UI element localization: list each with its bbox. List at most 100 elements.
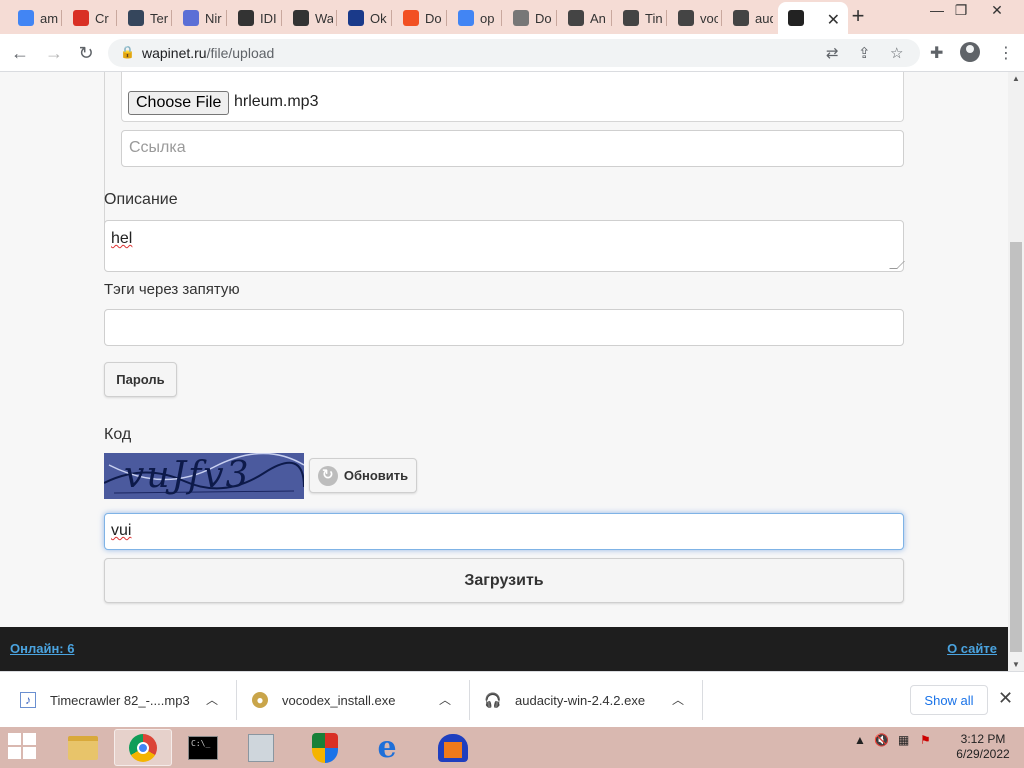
url-text[interactable]: wapinet.ru/file/upload (142, 45, 274, 61)
start-button-icon[interactable] (8, 733, 38, 761)
command-prompt-icon[interactable]: C:\_ (174, 729, 232, 766)
download-item[interactable]: ♪ Timecrawler 82_-....mp3 (20, 672, 190, 728)
description-textarea[interactable]: hel (104, 220, 905, 272)
profile-avatar-icon[interactable] (960, 42, 980, 62)
file-input-box: Choose File hrleum.mp3 (121, 72, 904, 122)
windows-taskbar: C:\_ e ▲ 🔇 ▦ ⚑ 3:12 PM 6/29/2022 (0, 727, 1024, 768)
tab[interactable]: Cr (63, 4, 113, 32)
tab[interactable]: Wa (283, 4, 333, 32)
tab[interactable]: An (558, 4, 608, 32)
back-icon[interactable]: ← (8, 41, 32, 65)
code-label: Код (104, 426, 132, 443)
security-shield-icon[interactable] (296, 729, 354, 766)
tab[interactable]: voc (668, 4, 718, 32)
link-input[interactable]: Ссылка (121, 130, 904, 167)
code-input[interactable]: vui (104, 513, 904, 550)
url-host: wapinet.ru (142, 45, 207, 61)
tab[interactable]: Nir (173, 4, 223, 32)
tab-title: Wa (315, 10, 333, 26)
ov-icon (348, 10, 364, 26)
tab[interactable]: Tin (613, 4, 663, 32)
installer-icon: ● (252, 692, 268, 708)
tab[interactable]: Ter (118, 4, 168, 32)
refresh-captcha-button[interactable]: Обновить (309, 458, 417, 493)
choose-file-button[interactable]: Choose File (128, 91, 230, 115)
close-window-button[interactable]: ✕ (982, 2, 1012, 24)
restore-button[interactable]: ❐ (946, 2, 976, 24)
captcha-text: vuJfv3 (124, 455, 251, 496)
tab[interactable]: am (8, 4, 58, 32)
tab-title: Nir (205, 10, 222, 26)
share-icon[interactable]: ⇪ (858, 44, 871, 62)
tray-expand-icon[interactable]: ▲ (854, 733, 866, 747)
reload-icon[interactable]: ↻ (74, 41, 98, 65)
address-bar[interactable]: 🔒 wapinet.ru/file/upload ⇄ ⇪ ☆ (108, 39, 920, 67)
clock[interactable]: 3:12 PM 6/29/2022 (948, 732, 1018, 762)
download-name: Timecrawler 82_-....mp3 (50, 692, 190, 708)
action-center-icon[interactable]: ⚑ (920, 733, 931, 747)
chevron-up-icon[interactable]: ︿ (439, 691, 451, 708)
menu-kebab-icon[interactable]: ⋮ (998, 43, 1014, 63)
upload-button[interactable]: Загрузить (104, 558, 904, 603)
tab[interactable]: op (448, 4, 498, 32)
url-path: /file/upload (206, 45, 275, 61)
scroll-down-arrow-icon[interactable]: ▼ (1012, 660, 1020, 669)
tab[interactable]: Do (393, 4, 443, 32)
tab-separator (116, 10, 117, 26)
clock-time: 3:12 PM (960, 732, 1006, 746)
clock-date: 6/29/2022 (956, 747, 1010, 761)
tab-title: Do (425, 10, 442, 26)
audacity-taskbar-icon[interactable] (424, 729, 482, 766)
tab-separator (501, 10, 502, 26)
online-count-link[interactable]: Онлайн: 6 (10, 641, 74, 656)
network-icon[interactable]: ▦ (898, 733, 909, 747)
tab-separator (226, 10, 227, 26)
lock-icon[interactable]: 🔒 (120, 45, 135, 59)
tab-separator (446, 10, 447, 26)
tags-input[interactable] (104, 309, 904, 346)
translate-icon[interactable]: ⇄ (826, 44, 839, 62)
close-tab-icon[interactable]: ✕ (827, 10, 840, 30)
tab-active[interactable]: ✕ (778, 2, 848, 34)
close-downloads-icon[interactable]: ✕ (998, 688, 1013, 709)
globe-icon (513, 10, 529, 26)
tab[interactable]: Ok (338, 4, 388, 32)
tab-title: An (590, 10, 606, 26)
file-manager-icon[interactable] (232, 729, 290, 766)
tab[interactable]: Do (503, 4, 553, 32)
scroll-thumb[interactable] (1010, 242, 1022, 652)
page-scrollbar[interactable]: ▲ ▼ (1008, 72, 1024, 671)
microsoft-icon (403, 10, 419, 26)
divider (236, 680, 237, 720)
tab-title: Ok (370, 10, 387, 26)
chrome-icon[interactable] (114, 729, 172, 766)
download-item[interactable]: 🎧 audacity-win-2.4.2.exe (484, 672, 645, 728)
scroll-up-arrow-icon[interactable]: ▲ (1012, 74, 1020, 83)
page-content: Choose File hrleum.mp3 Ссылка Описание h… (0, 72, 1008, 671)
cr-icon (73, 10, 89, 26)
resize-handle-icon[interactable] (889, 261, 905, 269)
new-tab-button[interactable]: + (846, 5, 870, 29)
genius-icon (238, 10, 254, 26)
tab-separator (721, 10, 722, 26)
audio-file-icon: ♪ (20, 692, 36, 708)
file-explorer-icon[interactable] (54, 729, 112, 766)
bookmark-star-icon[interactable]: ☆ (890, 44, 903, 62)
extensions-icon[interactable]: ✚ (930, 43, 943, 63)
chevron-up-icon[interactable]: ︿ (206, 691, 218, 708)
forward-icon[interactable]: → (42, 41, 66, 65)
tab-title: IDI (260, 10, 277, 26)
tab-title: Cr (95, 10, 109, 26)
volume-muted-icon[interactable]: 🔇 (874, 733, 889, 747)
eye-icon (788, 10, 804, 26)
show-all-downloads-button[interactable]: Show all (910, 685, 988, 715)
chevron-up-icon[interactable]: ︿ (672, 691, 684, 708)
tab[interactable]: IDI (228, 4, 278, 32)
divider (702, 680, 703, 720)
google-icon (18, 10, 34, 26)
about-link[interactable]: О сайте (947, 641, 997, 656)
internet-explorer-icon[interactable]: e (358, 729, 416, 766)
tab[interactable]: aud (723, 4, 773, 32)
password-button[interactable]: Пароль (104, 362, 177, 397)
download-item[interactable]: ● vocodex_install.exe (252, 672, 395, 728)
